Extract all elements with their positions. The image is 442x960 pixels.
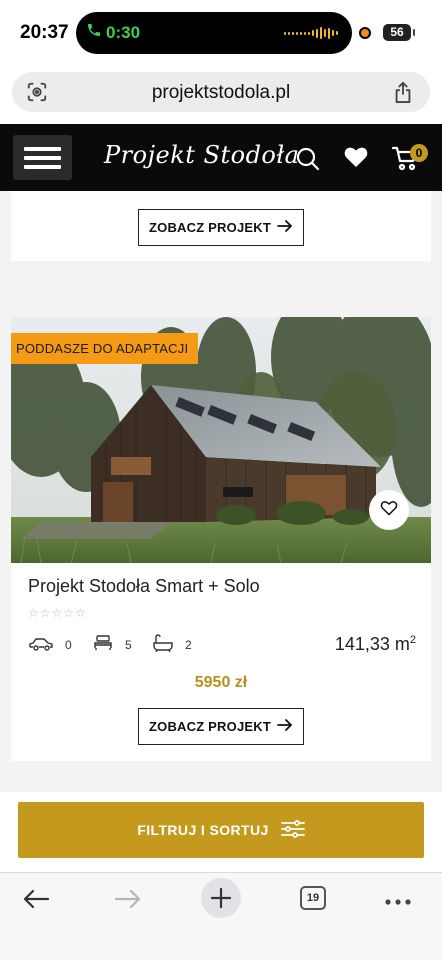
spec-cars: 0 (65, 638, 72, 652)
page: 20:37 0:30 56 projektstodola.pl Projekt … (0, 0, 442, 960)
star-icon: ☆ (51, 606, 63, 620)
back-arrow-icon[interactable] (22, 887, 50, 916)
share-icon[interactable] (392, 80, 414, 109)
tabs-button[interactable]: 19 (300, 886, 326, 910)
tabs-icon: 19 (300, 886, 326, 910)
url-bar-container: projektstodola.pl (0, 64, 442, 124)
see-project-button-previous[interactable]: ZOBACZ PROJEKT (138, 209, 304, 246)
new-tab-button[interactable] (201, 878, 241, 918)
product-specs: 0 5 2 141,33 m2 (28, 634, 418, 656)
spec-area: 141,33 m2 (334, 634, 416, 654)
rating-stars: ☆ ☆ ☆ ☆ ☆ (28, 606, 86, 620)
car-icon (28, 636, 54, 657)
star-icon: ☆ (28, 606, 39, 620)
spec-bedrooms: 5 (125, 638, 132, 652)
star-icon: ☆ (75, 606, 86, 620)
button-label: ZOBACZ PROJEKT (149, 220, 271, 235)
audio-wave-icon (284, 27, 338, 39)
search-icon[interactable] (295, 146, 321, 177)
see-project-button[interactable]: ZOBACZ PROJEKT (138, 708, 304, 745)
recording-dot-icon (359, 27, 371, 39)
forward-arrow-icon[interactable] (114, 887, 142, 916)
status-time: 20:37 (20, 22, 69, 43)
arrow-right-icon (277, 719, 293, 734)
badge-attic-adaptation: PODDASZE DO ADAPTACJI (11, 333, 199, 364)
site-logo[interactable]: Projekt Stodoła (104, 141, 299, 169)
site-header: Projekt Stodoła (0, 124, 442, 191)
call-timer: 0:30 (106, 22, 141, 42)
filter-sort-button[interactable]: FILTRUJ I SORTUJ (18, 802, 424, 858)
star-icon: ☆ (39, 606, 51, 620)
dynamic-island[interactable]: 0:30 (76, 12, 352, 54)
url-bar[interactable]: projektstodola.pl (12, 72, 430, 112)
phone-icon (86, 22, 102, 43)
bed-icon (94, 634, 112, 657)
spec-bathrooms: 2 (185, 638, 192, 652)
star-icon: ☆ (63, 606, 75, 620)
product-title[interactable]: Projekt Stodoła Smart + Solo (28, 576, 260, 597)
product-card: PODDASZE DO ADAPTACJI Projekt Stodoła Sm… (11, 317, 431, 761)
product-price: 5950 zł (194, 674, 248, 691)
call-indicator: 0:30 (86, 22, 140, 43)
cart-count-badge: 0 (410, 144, 428, 162)
favorite-button[interactable] (369, 490, 409, 530)
battery-icon: 56 (383, 24, 415, 41)
status-bar: 20:37 0:30 56 (0, 0, 442, 64)
filter-label: FILTRUJ I SORTUJ (137, 822, 269, 838)
hamburger-menu-button[interactable] (13, 135, 72, 180)
bathtub-icon (152, 634, 174, 657)
more-icon[interactable] (384, 893, 412, 911)
filter-bar: FILTRUJ I SORTUJ (0, 792, 442, 872)
browser-toolbar: 19 (0, 872, 442, 960)
product-card-previous: ZOBACZ PROJEKT (11, 191, 431, 261)
button-label: ZOBACZ PROJEKT (149, 719, 271, 734)
url-text[interactable]: projektstodola.pl (12, 82, 430, 104)
arrow-right-icon (277, 220, 293, 235)
product-photo[interactable]: PODDASZE DO ADAPTACJI (11, 317, 431, 563)
plus-icon (201, 878, 241, 918)
heart-outline-icon (380, 500, 398, 521)
sliders-icon (280, 819, 305, 842)
heart-icon[interactable] (344, 146, 368, 173)
